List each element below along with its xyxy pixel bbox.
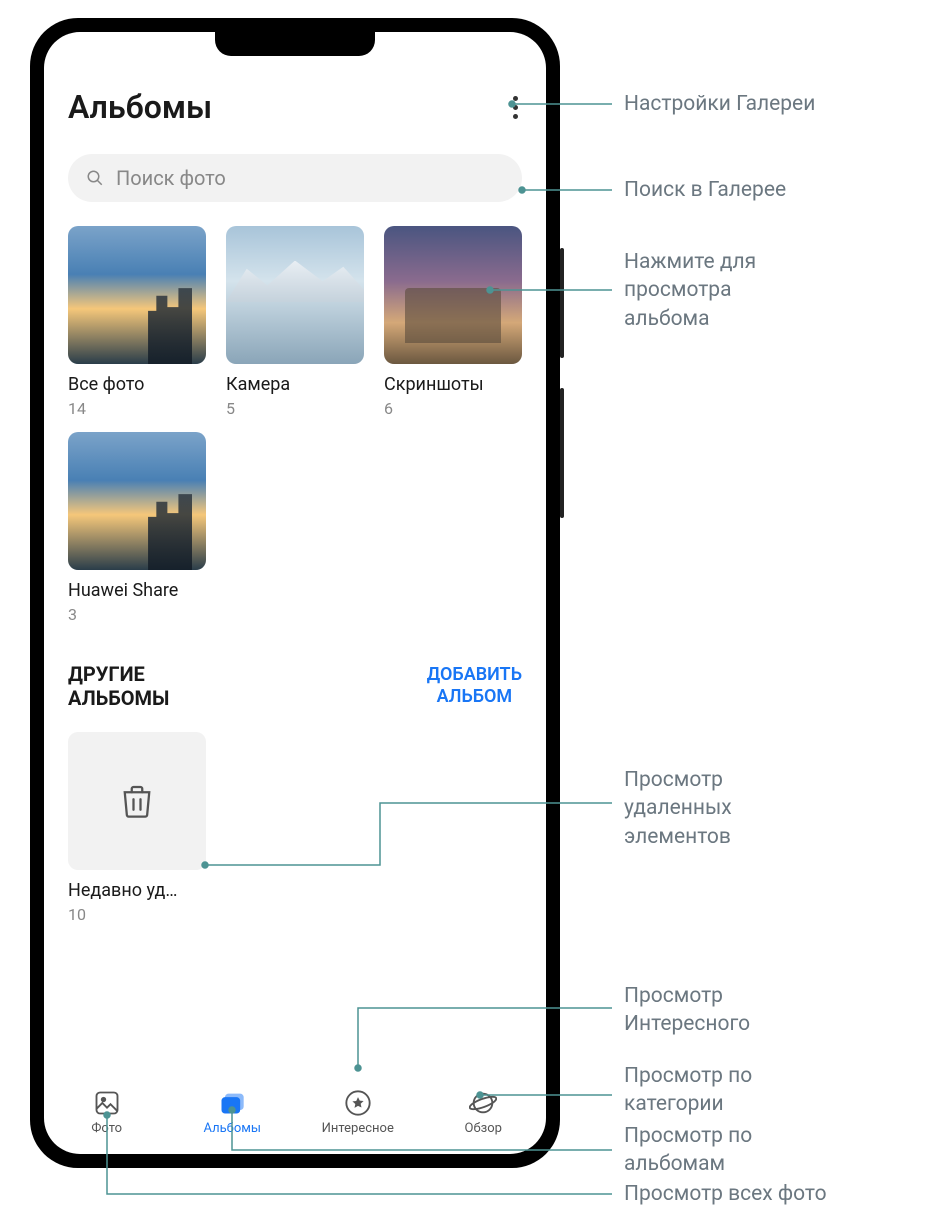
planet-icon bbox=[469, 1089, 497, 1117]
bottom-navigation: Фото Альбомы Интересное bbox=[44, 1074, 546, 1154]
album-count: 10 bbox=[68, 905, 206, 924]
album-thumbnail bbox=[384, 226, 522, 364]
section-title: ДРУГИЕ АЛЬБОМЫ bbox=[68, 662, 169, 710]
album-count: 3 bbox=[68, 605, 206, 624]
album-all-photos[interactable]: Все фото 14 bbox=[68, 226, 206, 418]
albums-icon bbox=[218, 1089, 246, 1117]
annotation-search: Поиск в Галерее bbox=[624, 176, 786, 204]
phone-frame: Альбомы Поиск фото Все фото bbox=[30, 18, 560, 1168]
annotation-view-album: Нажмите для просмотра альбома bbox=[624, 248, 756, 333]
trash-thumbnail bbox=[68, 732, 206, 870]
album-huawei-share[interactable]: Huawei Share 3 bbox=[68, 432, 206, 624]
album-name: Huawei Share bbox=[68, 580, 206, 601]
album-screenshots[interactable]: Скриншоты 6 bbox=[384, 226, 522, 418]
nav-highlights[interactable]: Интересное bbox=[295, 1084, 421, 1140]
nav-label: Фото bbox=[91, 1121, 122, 1136]
page-title: Альбомы bbox=[68, 88, 212, 126]
album-thumbnail bbox=[68, 226, 206, 364]
nav-label: Альбомы bbox=[203, 1121, 261, 1136]
annotation-by-category: Просмотр по категории bbox=[624, 1062, 752, 1119]
nav-albums[interactable]: Альбомы bbox=[170, 1084, 296, 1140]
annotation-settings: Настройки Галереи bbox=[624, 90, 815, 118]
search-placeholder: Поиск фото bbox=[116, 166, 226, 190]
album-name: Недавно уд… bbox=[68, 880, 206, 901]
album-thumbnail bbox=[226, 226, 364, 364]
more-vertical-icon bbox=[513, 96, 518, 101]
album-count: 5 bbox=[226, 399, 364, 418]
star-circle-icon bbox=[344, 1089, 372, 1117]
search-icon bbox=[86, 169, 104, 187]
album-camera[interactable]: Камера 5 bbox=[226, 226, 364, 418]
add-album-button[interactable]: ДОБАВИТЬ АЛЬБОМ bbox=[427, 664, 522, 707]
phone-side-button-2 bbox=[560, 388, 564, 518]
nav-label: Интересное bbox=[322, 1121, 394, 1136]
other-album-grid: Недавно уд… 10 bbox=[68, 732, 522, 924]
more-options-button[interactable] bbox=[509, 88, 522, 127]
trash-icon bbox=[116, 780, 158, 822]
other-albums-header: ДРУГИЕ АЛЬБОМЫ ДОБАВИТЬ АЛЬБОМ bbox=[68, 662, 522, 710]
content-area: Альбомы Поиск фото Все фото bbox=[44, 32, 546, 1074]
album-grid: Все фото 14 Камера 5 Скриншоты 6 Huawei … bbox=[68, 226, 522, 624]
notch bbox=[215, 32, 375, 56]
album-count: 6 bbox=[384, 399, 522, 418]
photo-icon bbox=[93, 1089, 121, 1117]
screen: Альбомы Поиск фото Все фото bbox=[44, 32, 546, 1154]
album-count: 14 bbox=[68, 399, 206, 418]
album-recently-deleted[interactable]: Недавно уд… 10 bbox=[68, 732, 206, 924]
nav-photos[interactable]: Фото bbox=[44, 1084, 170, 1140]
album-name: Все фото bbox=[68, 374, 206, 395]
phone-side-button-1 bbox=[560, 248, 564, 358]
search-input[interactable]: Поиск фото bbox=[68, 154, 522, 202]
annotation-deleted: Просмотр удаленных элементов bbox=[624, 766, 732, 851]
annotation-all-photos: Просмотр всех фото bbox=[624, 1180, 827, 1208]
album-name: Камера bbox=[226, 374, 364, 395]
header-row: Альбомы bbox=[68, 88, 522, 154]
annotation-highlights: Просмотр Интересного bbox=[624, 982, 750, 1039]
nav-label: Обзор bbox=[465, 1121, 502, 1136]
album-name: Скриншоты bbox=[384, 374, 522, 395]
nav-discover[interactable]: Обзор bbox=[421, 1084, 547, 1140]
album-thumbnail bbox=[68, 432, 206, 570]
annotation-by-albums: Просмотр по альбомам bbox=[624, 1122, 752, 1179]
